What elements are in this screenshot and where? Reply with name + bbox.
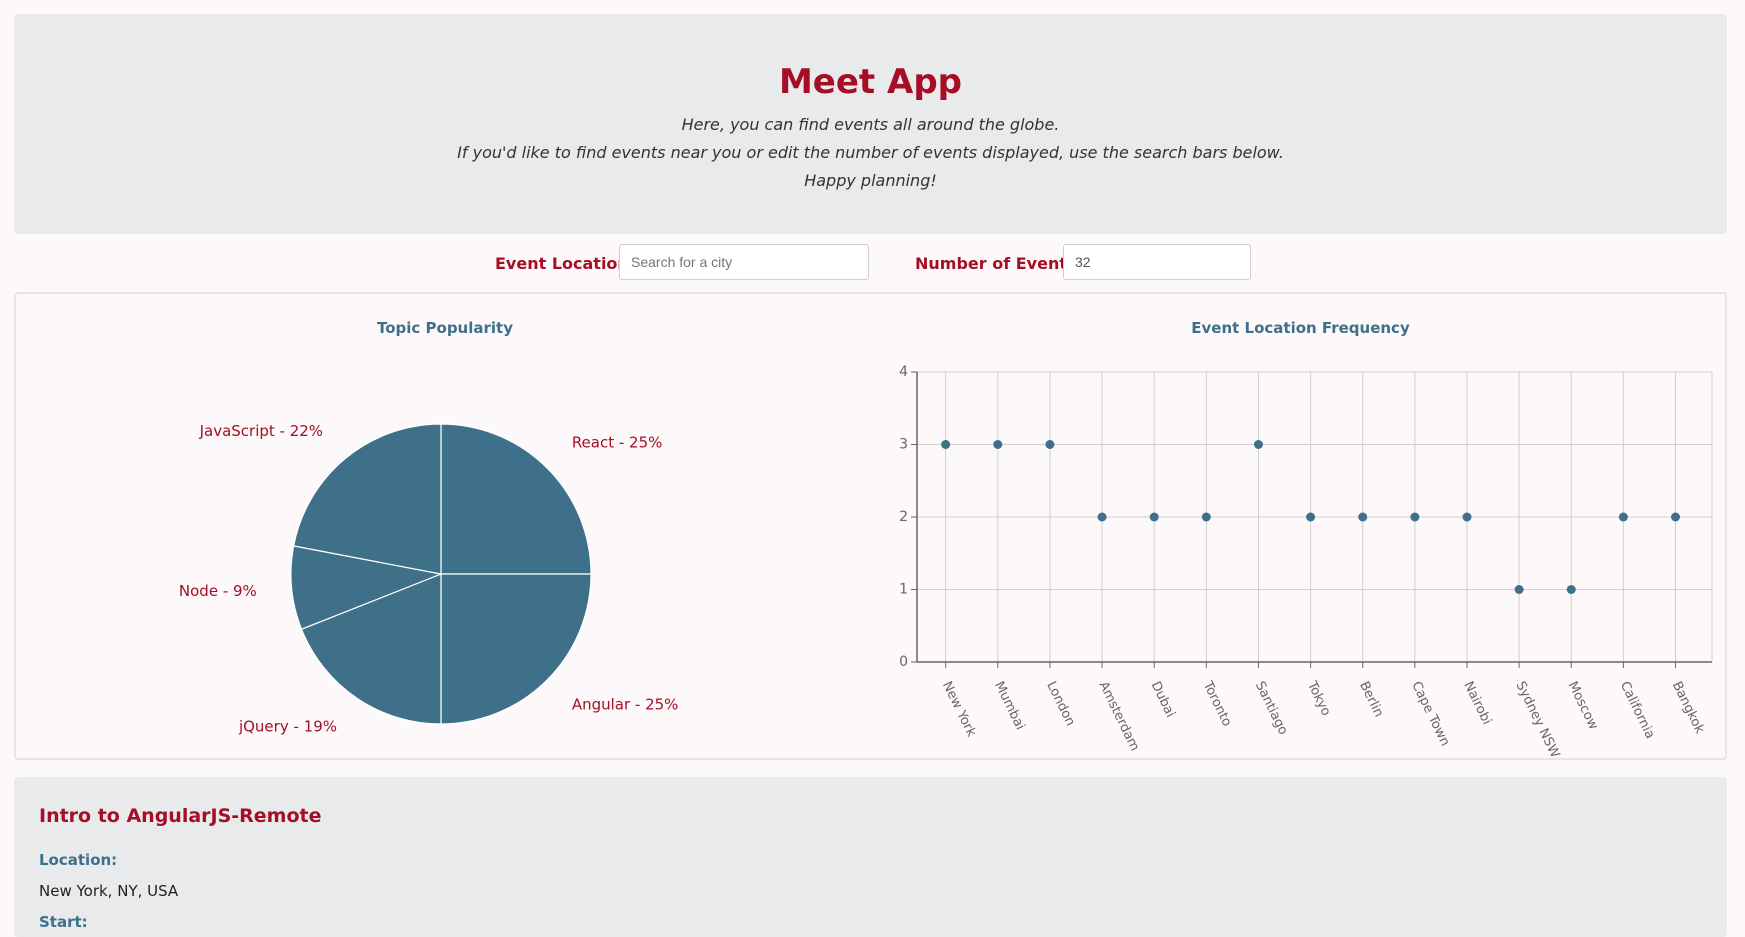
- scatter-point-london[interactable]: [1045, 440, 1055, 449]
- event-location-value: New York, NY, USA: [39, 882, 179, 900]
- pie-label-node: Node - 9%: [179, 582, 257, 600]
- event-location-label: Location:: [39, 851, 118, 869]
- y-tick-label: 4: [899, 364, 908, 380]
- scatter-point-california[interactable]: [1618, 512, 1628, 522]
- pie-label-react: React - 25%: [572, 434, 663, 452]
- x-tick-label: Amsterdam: [1095, 679, 1142, 753]
- number-of-events-input[interactable]: [1063, 244, 1251, 280]
- x-tick-label: Bangkok: [1669, 679, 1707, 736]
- event-card[interactable]: Intro to AngularJS-Remote Location: New …: [14, 777, 1727, 937]
- intro-line-2: If you'd like to find events near you or…: [457, 143, 1284, 162]
- scatter-point-bangkok[interactable]: [1671, 512, 1681, 522]
- x-tick-label: Mumbai: [991, 679, 1027, 732]
- pie-slice-angular[interactable]: [440, 573, 592, 725]
- x-tick-label: Sydney NSW: [1513, 679, 1563, 760]
- x-tick-label: Dubai: [1148, 679, 1178, 720]
- intro-line-3: Happy planning!: [804, 171, 937, 190]
- event-location-label: Event Location:: [495, 254, 636, 273]
- pie-slice-react[interactable]: [440, 423, 592, 575]
- x-tick-label: Cape Town: [1408, 679, 1452, 748]
- y-tick-label: 3: [899, 437, 908, 453]
- city-search-input[interactable]: [619, 244, 869, 280]
- scatter-point-berlin[interactable]: [1358, 512, 1368, 522]
- pie-label-javascript: JavaScript - 22%: [199, 422, 323, 440]
- charts-container: Topic Popularity Event Location Frequenc…: [14, 292, 1727, 760]
- x-tick-label: California: [1617, 679, 1658, 741]
- scatter-point-moscow[interactable]: [1566, 585, 1576, 594]
- pie-label-jquery: jQuery - 19%: [238, 718, 337, 736]
- x-tick-label: Santiago: [1252, 679, 1291, 737]
- scatter-point-santiago[interactable]: [1253, 440, 1263, 449]
- y-tick-label: 1: [899, 582, 908, 598]
- scatter-point-dubai[interactable]: [1149, 512, 1159, 522]
- x-tick-label: Toronto: [1199, 678, 1234, 729]
- scatter-point-sydney-nsw[interactable]: [1514, 585, 1524, 594]
- event-location-scatter-chart: 0 1 2 3 4 New York Mumbai London Amsterdam Dubai T…: [899, 364, 1713, 760]
- event-title: Intro to AngularJS-Remote: [39, 805, 322, 827]
- scatter-point-tokyo[interactable]: [1306, 512, 1316, 522]
- search-bar: Event Location: Number of Events:: [0, 244, 1745, 282]
- x-tick-label: Nairobi: [1460, 679, 1494, 727]
- number-of-events-label: Number of Events:: [915, 254, 1083, 273]
- x-tick-label: Berlin: [1356, 679, 1386, 719]
- pie-label-angular: Angular - 25%: [572, 695, 679, 713]
- scatter-point-new-york[interactable]: [941, 440, 951, 449]
- scatter-point-mumbai[interactable]: [993, 440, 1003, 449]
- topic-popularity-pie-chart: React - 25% Angular - 25% jQuery - 19% Node…: [179, 422, 679, 736]
- event-start-label: Start:: [39, 913, 88, 931]
- scatter-point-toronto[interactable]: [1201, 512, 1211, 522]
- y-tick-label: 0: [899, 654, 908, 670]
- intro-line-1: Here, you can find events all around the…: [681, 115, 1060, 134]
- x-tick-label: Tokyo: [1304, 678, 1334, 718]
- scatter-point-nairobi[interactable]: [1462, 512, 1472, 522]
- scatter-point-amsterdam[interactable]: [1097, 512, 1107, 522]
- x-tick-label: New York: [939, 679, 979, 740]
- page-title: Meet App: [778, 62, 963, 102]
- scatter-point-cape-town[interactable]: [1410, 512, 1420, 522]
- x-tick-label: Moscow: [1565, 679, 1601, 732]
- y-tick-label: 2: [899, 509, 908, 525]
- app-header: Meet App Here, you can find events all a…: [14, 14, 1727, 234]
- x-tick-label: London: [1043, 679, 1077, 728]
